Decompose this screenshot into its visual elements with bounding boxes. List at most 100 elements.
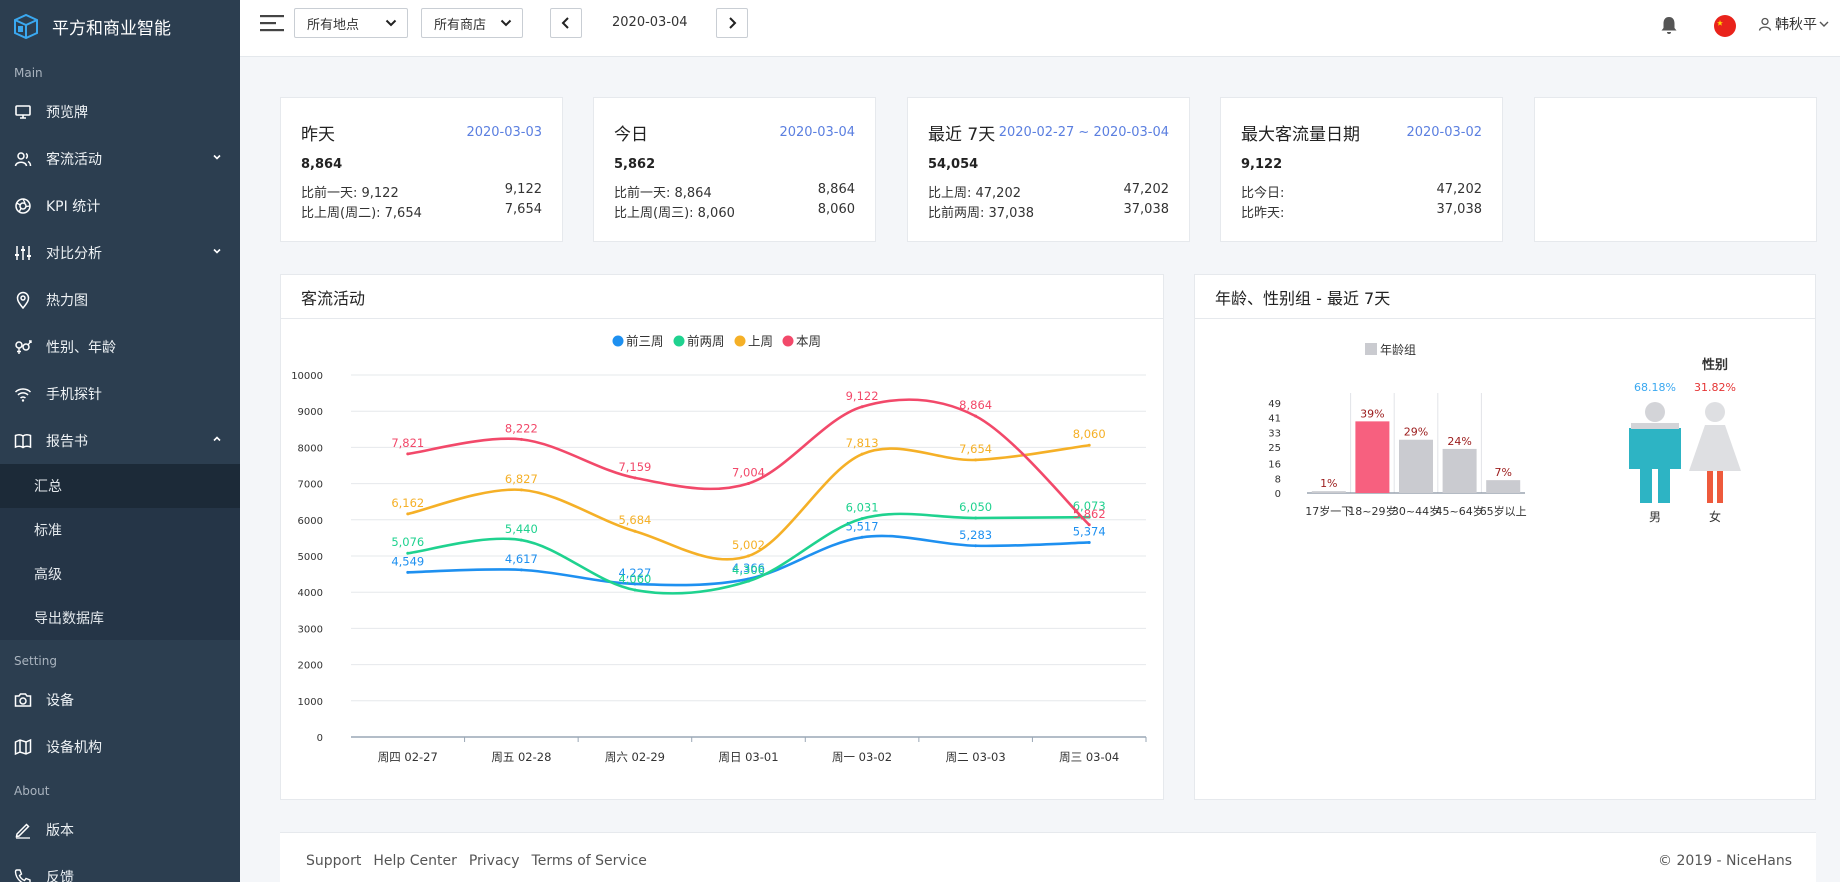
data-label: 5,076 xyxy=(391,535,424,549)
sidebar-item-version[interactable]: 版本 xyxy=(0,806,240,853)
data-point xyxy=(860,405,864,409)
legend-label: 上周 xyxy=(748,334,773,349)
sidebar-item-phone[interactable]: 手机探针 xyxy=(0,370,240,417)
stat-range: 2020-03-02 xyxy=(1406,125,1482,140)
data-label: 4,060 xyxy=(618,572,651,586)
stat-row: 比上周(周二): 7,654 7,654 xyxy=(301,202,542,221)
male-figure-head xyxy=(1645,402,1665,422)
footer-link-support[interactable]: Support xyxy=(306,853,361,869)
wifi-icon xyxy=(14,385,32,403)
data-label: 5,684 xyxy=(618,513,651,527)
legend-swatch xyxy=(782,335,794,347)
bar xyxy=(1486,480,1521,493)
stat-row: 比前两周: 37,038 37,038 xyxy=(928,202,1170,221)
section-setting: Setting xyxy=(14,654,57,668)
female-figure-leg xyxy=(1717,471,1723,503)
language-flag-icon[interactable] xyxy=(1714,15,1736,37)
y-tick-label: 33 xyxy=(1268,428,1281,439)
y-tick-label: 0 xyxy=(317,733,323,744)
stat-row-label: 比上周: 47,202 xyxy=(928,186,1021,201)
brand[interactable]: 平方和商业智能 xyxy=(0,0,240,52)
chart-title: 性别 xyxy=(1702,357,1728,373)
data-label: 6,031 xyxy=(846,501,879,515)
data-label: 4,617 xyxy=(505,552,538,566)
data-point xyxy=(747,554,750,558)
bell-icon[interactable] xyxy=(1658,14,1680,36)
sidebar-item-device-org[interactable]: 设备机构 xyxy=(0,723,240,770)
stat-row-value: 8,864 xyxy=(817,182,855,197)
data-point xyxy=(633,588,637,592)
traffic-panel-title: 客流活动 xyxy=(281,275,1163,319)
stat-value: 9,122 xyxy=(1241,157,1283,172)
data-label: 68.18% xyxy=(1634,381,1676,394)
sidebar-subitem-summary[interactable]: 汇总 xyxy=(0,464,240,508)
next-date-button[interactable] xyxy=(716,8,748,38)
sidebar-item-report[interactable]: 报告书 xyxy=(0,417,240,464)
sidebar-item-traffic[interactable]: 客流活动 xyxy=(0,135,240,182)
section-main: Main xyxy=(14,66,43,80)
y-tick-label: 41 xyxy=(1268,414,1281,425)
sidebar-item-label: 设备机构 xyxy=(46,739,102,756)
data-label: 5,862 xyxy=(1073,507,1106,521)
sidebar-item-compare[interactable]: 对比分析 xyxy=(0,229,240,276)
male-figure-leg xyxy=(1640,469,1652,503)
camera-icon xyxy=(14,691,32,709)
sliders-icon xyxy=(14,244,32,262)
user-menu[interactable]: 韩秋平 xyxy=(1758,14,1829,34)
female-figure-leg xyxy=(1707,471,1713,503)
data-point xyxy=(1087,443,1091,447)
stat-card-peak-date: 最大客流量日期 2020-03-02 9,122 比今日: 47,202 比昨天:… xyxy=(1220,97,1503,242)
prev-date-button[interactable] xyxy=(550,8,582,38)
stat-row-value: 9,122 xyxy=(504,182,542,197)
stat-row-label: 比今日: xyxy=(1241,186,1285,201)
sidebar-subitem-standard[interactable]: 标准 xyxy=(0,508,240,552)
sidebar-item-label: KPI 统计 xyxy=(46,198,101,215)
data-label: 7,821 xyxy=(391,436,424,450)
data-label: 6,162 xyxy=(391,496,424,510)
x-tick-label: 周日 03-01 xyxy=(718,750,778,764)
x-tick-label: 18~29岁 xyxy=(1348,504,1396,518)
data-label: 4,549 xyxy=(391,554,424,568)
location-select[interactable]: 所有地点 xyxy=(294,8,408,38)
menu-icon[interactable] xyxy=(260,13,286,33)
y-tick-label: 1000 xyxy=(298,697,323,708)
section-about: About xyxy=(14,784,50,798)
sidebar-subitem-export[interactable]: 导出数据库 xyxy=(0,596,240,640)
sidebar-item-label: 对比分析 xyxy=(46,245,102,262)
sidebar-item-device[interactable]: 设备 xyxy=(0,676,240,723)
data-label: 5,002 xyxy=(732,538,765,552)
data-point xyxy=(1087,523,1091,527)
stat-range: 2020-03-04 xyxy=(779,125,855,140)
x-tick-label: 女 xyxy=(1709,509,1721,524)
y-tick-label: 8 xyxy=(1275,474,1281,485)
data-point xyxy=(974,516,978,520)
gender-icon xyxy=(14,338,32,356)
data-point xyxy=(974,544,978,548)
y-tick-label: 9000 xyxy=(298,407,323,418)
sidebar-item-heatmap[interactable]: 热力图 xyxy=(0,276,240,323)
data-point xyxy=(860,517,864,521)
y-tick-label: 0 xyxy=(1275,489,1281,500)
users-icon xyxy=(14,150,32,168)
sidebar-item-gender-age[interactable]: 性别、年龄 xyxy=(0,323,240,370)
sidebar-item-label: 版本 xyxy=(46,822,74,839)
sidebar-item-feedback[interactable]: 反馈 xyxy=(0,853,240,882)
data-point xyxy=(1087,540,1091,544)
footer-link-terms[interactable]: Terms of Service xyxy=(532,853,647,869)
sidebar-item-label: 客流活动 xyxy=(46,151,102,168)
store-select[interactable]: 所有商店 xyxy=(421,8,523,38)
sidebar-item-preview[interactable]: 预览牌 xyxy=(0,88,240,135)
data-label: 31.82% xyxy=(1694,381,1736,394)
stat-row-value: 37,038 xyxy=(1123,202,1170,217)
traffic-line-chart: 0 1000 2000 3000 4000 5000 6000 7000 8000 9000 100… xyxy=(291,334,1147,764)
legend-swatch xyxy=(673,335,685,347)
data-label: 8,864 xyxy=(959,398,992,412)
phone-icon xyxy=(14,868,32,882)
footer-link-help-center[interactable]: Help Center xyxy=(373,853,457,869)
sidebar-subitem-advanced[interactable]: 高级 xyxy=(0,552,240,596)
data-label: 6,827 xyxy=(505,472,538,486)
footer-link-privacy[interactable]: Privacy xyxy=(469,853,520,869)
data-label: 8,060 xyxy=(1073,427,1106,441)
y-tick-label: 2000 xyxy=(298,661,323,672)
sidebar-item-kpi[interactable]: KPI 统计 xyxy=(0,182,240,229)
